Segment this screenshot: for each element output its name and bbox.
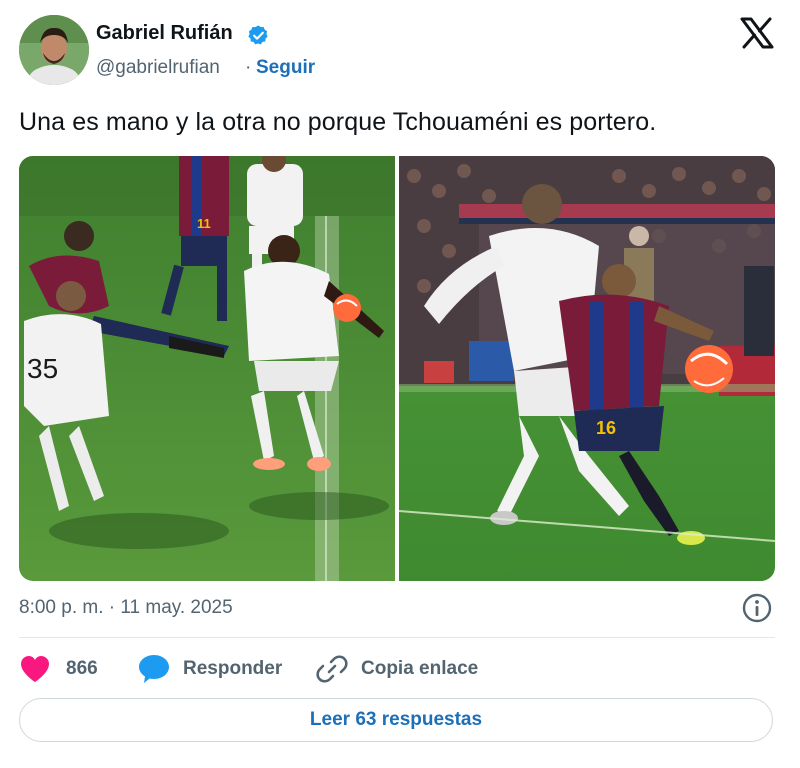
verified-badge-icon	[248, 25, 268, 45]
media-image-left[interactable]: 11 35	[19, 156, 395, 581]
copy-link-label: Copia enlace	[361, 658, 479, 679]
author-handle[interactable]: @gabrielrufian	[96, 57, 220, 79]
avatar[interactable]	[19, 15, 89, 85]
like-count: 866	[66, 658, 98, 679]
x-logo-icon[interactable]	[740, 17, 774, 49]
tweet-timestamp[interactable]: 8:00 p. m. · 11 may. 2025	[19, 597, 233, 619]
info-icon[interactable]	[741, 592, 773, 624]
speech-bubble-icon	[139, 655, 169, 683]
heart-icon	[21, 656, 49, 682]
tweet-media[interactable]: 11 35 16	[19, 156, 775, 581]
reply-action-button[interactable]: Responder	[137, 651, 282, 687]
media-image-right[interactable]: 16	[398, 156, 775, 581]
avatar-image	[19, 15, 89, 85]
link-icon	[316, 655, 348, 683]
jersey-number-11: 11	[197, 216, 211, 231]
read-replies-button[interactable]: Leer 63 respuestas	[19, 698, 773, 742]
reply-label: Responder	[183, 658, 283, 679]
jersey-number-16: 16	[596, 418, 616, 438]
copy-link-button[interactable]: Copia enlace	[315, 651, 478, 687]
divider	[19, 637, 775, 638]
tweet-text: Una es mano y la otra no porque Tchouamé…	[19, 108, 657, 136]
like-button[interactable]: 866	[19, 651, 98, 687]
author-name[interactable]: Gabriel Rufián	[96, 22, 233, 45]
follow-button[interactable]: Seguir	[256, 57, 315, 79]
separator-dot: ·	[245, 57, 252, 78]
jersey-number-35: 35	[27, 353, 58, 384]
